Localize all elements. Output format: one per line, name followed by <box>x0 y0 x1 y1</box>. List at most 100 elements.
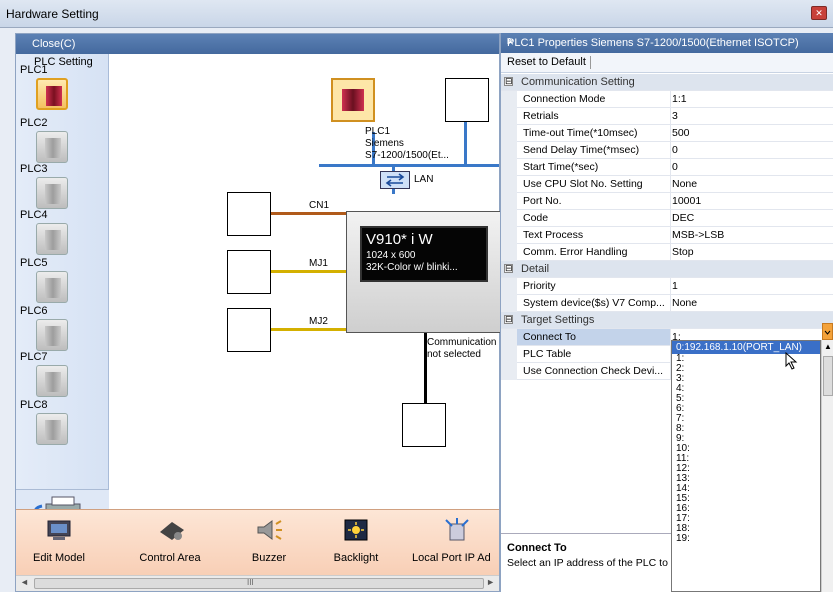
plc-item-4[interactable]: PLC4 <box>16 209 109 259</box>
property-value[interactable]: 1 <box>672 280 678 292</box>
hmi-device[interactable]: V910* i W 1024 x 600 32K-Color w/ blinki… <box>346 211 504 333</box>
connect-to-dropdown-list[interactable]: 0:192.168.1.10(PORT_LAN) 1: 2: 3: 4: 5: 6: 7: 8:… <box>671 340 821 592</box>
dropdown-option[interactable]: 10: <box>672 444 820 454</box>
dropdown-option[interactable]: 8: <box>672 424 820 434</box>
control-area-button[interactable]: Control Area <box>126 510 214 576</box>
empty-plc-slot[interactable] <box>445 78 489 122</box>
plc1-name: PLC1 <box>365 126 391 137</box>
property-value[interactable]: Stop <box>672 246 694 258</box>
property-value[interactable]: 0 <box>672 161 678 173</box>
property-row[interactable]: Text Process MSB->LSB <box>501 227 833 244</box>
dropdown-option[interactable]: 17: <box>672 514 820 524</box>
property-row[interactable]: Connection Mode 1:1 <box>501 91 833 108</box>
property-value[interactable]: 3 <box>672 110 678 122</box>
category-communication-setting[interactable]: ⊟ Communication Setting <box>501 74 833 91</box>
property-name: Code <box>523 212 549 224</box>
property-value[interactable]: 10001 <box>672 195 701 207</box>
plc-icon <box>36 413 68 445</box>
plc-icon <box>36 319 68 351</box>
property-value[interactable]: 0 <box>672 144 678 156</box>
connect-to-dropdown-button[interactable] <box>822 323 833 340</box>
scroll-left-icon[interactable]: ◄ <box>20 577 29 587</box>
collapse-icon[interactable]: ⊟ <box>504 264 513 273</box>
mj1-label: MJ1 <box>309 258 328 269</box>
close-icon[interactable]: × <box>507 35 827 49</box>
collapse-icon[interactable]: ⊟ <box>504 77 513 86</box>
buzzer-button[interactable]: Buzzer <box>234 510 304 576</box>
dropdown-option[interactable]: 4: <box>672 384 820 394</box>
close-button[interactable]: Close(C) <box>32 38 75 50</box>
cn1-wire <box>271 212 347 215</box>
dropdown-option[interactable]: 12: <box>672 464 820 474</box>
dropdown-option[interactable]: 9: <box>672 434 820 444</box>
cn1-device-slot[interactable] <box>227 192 271 236</box>
comm-status-line2: not selected <box>427 349 481 360</box>
property-row[interactable]: Comm. Error Handling Stop <box>501 244 833 261</box>
window-close-button[interactable]: ✕ <box>811 6 827 20</box>
plc-item-2[interactable]: PLC2 <box>16 117 109 167</box>
dropdown-option[interactable]: 3: <box>672 374 820 384</box>
property-value[interactable]: None <box>672 297 697 309</box>
plc-item-7[interactable]: PLC7 <box>16 351 109 401</box>
dropdown-option[interactable]: 6: <box>672 404 820 414</box>
bottom-device-slot[interactable] <box>402 403 446 447</box>
close-header[interactable]: Close(C) <box>16 34 499 54</box>
lan-port-icon[interactable] <box>380 171 410 189</box>
property-value[interactable]: None <box>672 178 697 190</box>
property-value[interactable]: 500 <box>672 127 690 139</box>
property-row[interactable]: Retrials 3 <box>501 108 833 125</box>
dropdown-option[interactable]: 11: <box>672 454 820 464</box>
property-row[interactable]: Port No. 10001 <box>501 193 833 210</box>
property-name: Send Delay Time(*msec) <box>523 144 640 156</box>
dropdown-option[interactable]: 7: <box>672 414 820 424</box>
local-port-ip-button[interactable]: Local Port IP Ad <box>408 510 499 576</box>
property-value[interactable]: 1:1 <box>672 93 687 105</box>
category-detail[interactable]: ⊟ Detail <box>501 261 833 278</box>
plc-item-6[interactable]: PLC6 <box>16 305 109 355</box>
property-row[interactable]: Time-out Time(*10msec) 500 <box>501 125 833 142</box>
plc1-node[interactable] <box>331 78 375 122</box>
dropdown-scroll-thumb[interactable] <box>823 356 833 396</box>
dropdown-option[interactable]: 14: <box>672 484 820 494</box>
mj2-device-slot[interactable] <box>227 308 271 352</box>
mj1-wire <box>271 270 347 273</box>
dropdown-option[interactable]: 15: <box>672 494 820 504</box>
property-row[interactable]: Start Time(*sec) 0 <box>501 159 833 176</box>
backlight-button[interactable]: Backlight <box>321 510 391 576</box>
bottom-toolbar: Edit Model Control Area Buzzer Backlight… <box>16 509 499 575</box>
property-value[interactable]: DEC <box>672 212 694 224</box>
dropdown-option[interactable]: 16: <box>672 504 820 514</box>
property-row[interactable]: System device($s) V7 Comp... None <box>501 295 833 312</box>
plc-item-5[interactable]: PLC5 <box>16 257 109 307</box>
scroll-right-icon[interactable]: ► <box>486 577 495 587</box>
reset-to-default-button[interactable]: Reset to Default <box>507 56 586 68</box>
collapse-icon[interactable]: ⊟ <box>504 315 513 324</box>
property-value[interactable]: MSB->LSB <box>672 229 724 241</box>
dropdown-option[interactable]: 5: <box>672 394 820 404</box>
property-name: Connect To <box>517 329 670 345</box>
plc-label: PLC1 <box>20 64 48 76</box>
property-row[interactable]: Priority 1 <box>501 278 833 295</box>
mj1-device-slot[interactable] <box>227 250 271 294</box>
plc-label: PLC7 <box>20 351 48 363</box>
property-row[interactable]: Use CPU Slot No. Setting None <box>501 176 833 193</box>
plc-item-1[interactable]: PLC1 <box>16 64 109 114</box>
plc-item-8[interactable]: PLC8 <box>16 399 109 449</box>
dropdown-option[interactable]: 19: <box>672 534 820 544</box>
dropdown-option[interactable]: 13: <box>672 474 820 484</box>
plc-item-3[interactable]: PLC3 <box>16 163 109 213</box>
edit-model-button[interactable]: Edit Model <box>16 510 102 576</box>
property-row[interactable]: Code DEC <box>501 210 833 227</box>
local-port-ip-label: Local Port IP Ad <box>412 552 491 564</box>
bottom-wire <box>424 333 427 403</box>
scroll-up-icon[interactable]: ▲ <box>824 342 832 351</box>
plc-label: PLC8 <box>20 399 48 411</box>
category-target-settings[interactable]: ⊟ Target Settings <box>501 312 833 329</box>
dropdown-scrollbar[interactable]: ▲ <box>821 340 833 592</box>
property-name: Comm. Error Handling <box>523 246 628 258</box>
scroll-thumb[interactable]: III <box>34 578 484 589</box>
dropdown-option[interactable]: 18: <box>672 524 820 534</box>
property-row[interactable]: Send Delay Time(*msec) 0 <box>501 142 833 159</box>
plc-label: PLC6 <box>20 305 48 317</box>
horizontal-scrollbar[interactable]: ◄ III ► <box>16 575 499 591</box>
